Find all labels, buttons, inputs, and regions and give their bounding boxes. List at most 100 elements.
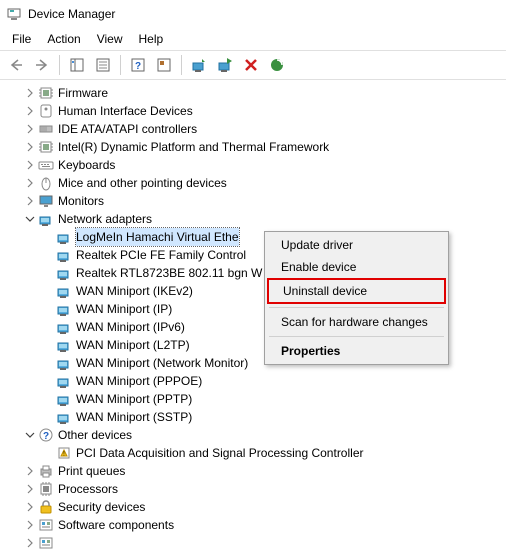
expand-icon[interactable] [24,177,36,189]
other-icon: ? [38,427,54,443]
ctx-scan-hardware[interactable]: Scan for hardware changes [267,311,446,333]
network-icon [56,283,72,299]
tree-category[interactable]: Keyboards [6,156,506,174]
ctx-update-driver[interactable]: Update driver [267,234,446,256]
tree-device[interactable]: WAN Miniport (PPTP) [6,390,506,408]
collapse-icon[interactable] [24,429,36,441]
network-icon [56,373,72,389]
uninstall-device-button[interactable] [239,53,263,77]
device-label: WAN Miniport (Network Monitor) [76,354,248,372]
expand-icon[interactable] [24,105,36,117]
device-label: WAN Miniport (IP) [76,300,172,318]
expand-icon[interactable] [24,159,36,171]
expand-icon[interactable] [24,87,36,99]
tree-category[interactable] [6,534,506,552]
toolbar: ? [0,50,506,80]
back-button[interactable] [4,53,28,77]
category-label: IDE ATA/ATAPI controllers [58,120,197,138]
monitor-icon [38,193,54,209]
menu-file[interactable]: File [4,30,39,48]
toolbar-separator [59,55,60,75]
tree-device[interactable]: WAN Miniport (SSTP) [6,408,506,426]
action-button[interactable] [152,53,176,77]
security-icon [38,499,54,515]
expand-icon[interactable] [24,537,36,549]
ide-icon [38,121,54,137]
expand-icon[interactable] [24,195,36,207]
network-icon [56,337,72,353]
tree-device[interactable]: !PCI Data Acquisition and Signal Process… [6,444,506,462]
menu-bar: File Action View Help [0,28,506,50]
expand-icon[interactable] [24,141,36,153]
tree-category[interactable]: Monitors [6,192,506,210]
ctx-uninstall-device[interactable]: Uninstall device [267,278,446,304]
expand-icon[interactable] [24,519,36,531]
tree-category[interactable]: ?Other devices [6,426,506,444]
printer-icon [38,463,54,479]
tree-category[interactable]: Software components [6,516,506,534]
menu-action[interactable]: Action [39,30,88,48]
ctx-separator [269,336,444,337]
tree-category[interactable]: Firmware [6,84,506,102]
tree-category[interactable]: Print queues [6,462,506,480]
window-title: Device Manager [28,7,115,21]
properties-button[interactable] [91,53,115,77]
tree-category[interactable]: Network adapters [6,210,506,228]
category-label: Network adapters [58,210,152,228]
device-label: WAN Miniport (PPTP) [76,390,192,408]
tree-category[interactable]: Security devices [6,498,506,516]
warn-icon: ! [56,445,72,461]
category-label: Monitors [58,192,104,210]
network-icon [56,319,72,335]
network-icon [56,301,72,317]
tree-category[interactable]: IDE ATA/ATAPI controllers [6,120,506,138]
context-menu: Update driver Enable device Uninstall de… [264,231,449,365]
category-label: Keyboards [58,156,115,174]
category-label: Intel(R) Dynamic Platform and Thermal Fr… [58,138,329,156]
device-label: Realtek PCIe FE Family Control [76,246,246,264]
expand-icon[interactable] [24,483,36,495]
category-label: Processors [58,480,118,498]
category-label: Software components [58,516,174,534]
forward-button[interactable] [30,53,54,77]
tree-category[interactable]: Human Interface Devices [6,102,506,120]
chip-icon [38,85,54,101]
network-icon [56,409,72,425]
update-driver-button[interactable] [187,53,211,77]
tree-device[interactable]: WAN Miniport (PPPOE) [6,372,506,390]
help-button[interactable]: ? [126,53,150,77]
enable-device-button[interactable] [213,53,237,77]
toolbar-separator [181,55,182,75]
category-label: Security devices [58,498,145,516]
scan-hardware-button[interactable] [265,53,289,77]
show-hide-tree-button[interactable] [65,53,89,77]
ctx-properties[interactable]: Properties [267,340,446,362]
category-label: Human Interface Devices [58,102,193,120]
network-icon [38,211,54,227]
network-icon [56,247,72,263]
tree-category[interactable]: Intel(R) Dynamic Platform and Thermal Fr… [6,138,506,156]
ctx-enable-device[interactable]: Enable device [267,256,446,278]
expand-icon[interactable] [24,501,36,513]
device-label: WAN Miniport (SSTP) [76,408,192,426]
tree-category[interactable]: Mice and other pointing devices [6,174,506,192]
tree-category[interactable]: Processors [6,480,506,498]
svg-text:?: ? [135,61,141,72]
category-label: Other devices [58,426,132,444]
software-icon [38,517,54,533]
network-icon [56,391,72,407]
category-label: Firmware [58,84,108,102]
mouse-icon [38,175,54,191]
menu-help[interactable]: Help [131,30,172,48]
expand-icon[interactable] [24,465,36,477]
collapse-icon[interactable] [24,213,36,225]
menu-view[interactable]: View [89,30,131,48]
network-icon [56,355,72,371]
device-label: LogMeIn Hamachi Virtual Ethe [76,228,239,246]
device-label: WAN Miniport (IPv6) [76,318,185,336]
expand-icon[interactable] [24,123,36,135]
device-label: PCI Data Acquisition and Signal Processi… [76,444,363,462]
device-label: WAN Miniport (L2TP) [76,336,190,354]
toolbar-separator [120,55,121,75]
ctx-separator [269,307,444,308]
